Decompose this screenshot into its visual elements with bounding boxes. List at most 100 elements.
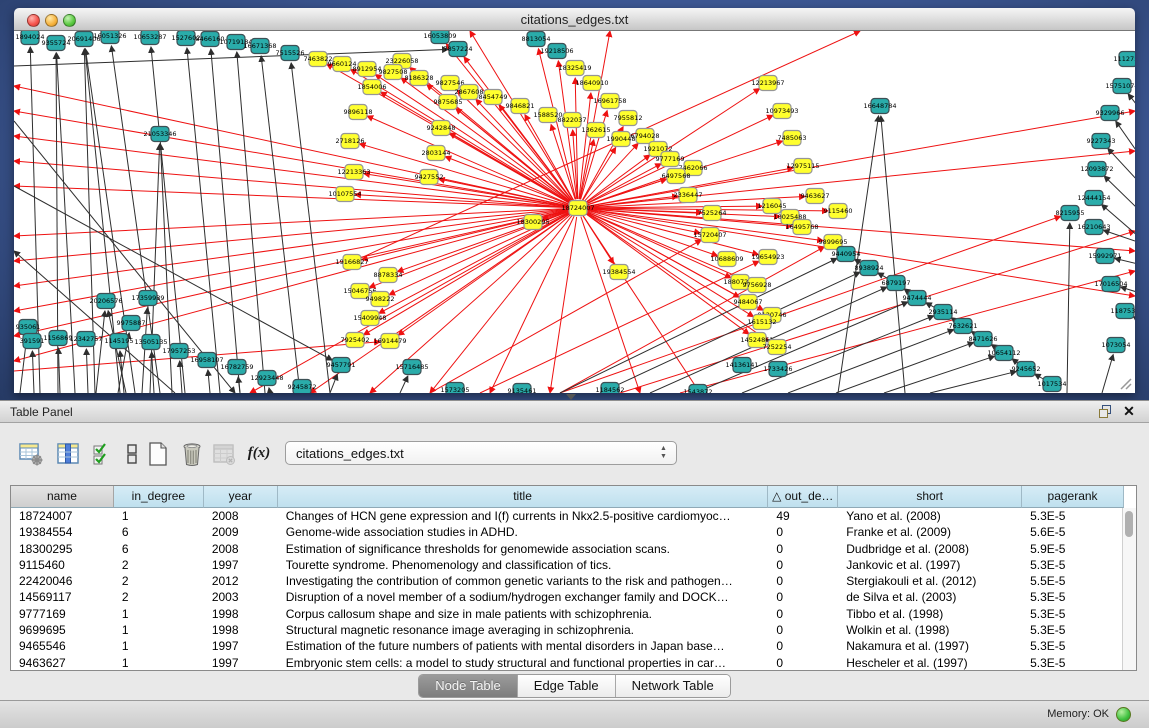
table-row[interactable]: 977716911998Corpus callosum shape and si…	[11, 606, 1124, 622]
graph-node[interactable]: 9846821	[506, 99, 535, 114]
table-cell[interactable]: Jankovic et al. (1997)	[838, 557, 1022, 573]
graph-node[interactable]: 19384554	[602, 265, 635, 280]
table-cell[interactable]: 5.3E-5	[1022, 508, 1124, 524]
graph-edge[interactable]	[400, 376, 408, 393]
table-cell[interactable]: Embryonic stem cells: a model to study s…	[278, 655, 769, 671]
graph-edge[interactable]	[430, 215, 572, 393]
graph-node[interactable]: 2803144	[422, 146, 451, 161]
table-row[interactable]: 1872400712008Changes of HCN gene express…	[11, 508, 1124, 524]
graph-node[interactable]: 12923448	[250, 371, 283, 386]
graph-node[interactable]: 9975887	[117, 316, 146, 331]
table-cell[interactable]: 1	[114, 655, 204, 671]
table-cell[interactable]: 6	[114, 524, 204, 540]
graph-node[interactable]: 18325419	[558, 61, 591, 76]
table-options-button[interactable]	[16, 439, 46, 469]
graph-node[interactable]: 18640910	[575, 76, 608, 91]
table-cell[interactable]: Tibbo et al. (1998)	[838, 606, 1022, 622]
graph-node[interactable]: 21053346	[143, 127, 176, 142]
table-cell[interactable]: 5.3E-5	[1022, 638, 1124, 654]
graph-node[interactable]: 16210643	[1077, 220, 1110, 235]
graph-edge[interactable]	[881, 116, 905, 393]
table-cell[interactable]: Yano et al. (2008)	[838, 508, 1022, 524]
column-header-short[interactable]: short	[838, 486, 1022, 508]
graph-edge[interactable]	[269, 388, 270, 393]
table-cell[interactable]: 9115460	[11, 557, 114, 573]
graph-node[interactable]: 9245652	[1012, 362, 1041, 377]
table-cell[interactable]: 0	[768, 606, 838, 622]
graph-edge[interactable]	[1128, 94, 1135, 109]
graph-node[interactable]: 1894024	[16, 31, 45, 45]
network-view-window[interactable]: citations_edges.txt 18940249355724206914…	[14, 8, 1135, 393]
graph-node[interactable]: 10654112	[987, 346, 1020, 361]
table-cell[interactable]: 5.6E-5	[1022, 524, 1124, 540]
table-cell[interactable]: 2003	[204, 589, 278, 605]
graph-edge[interactable]	[120, 351, 124, 393]
graph-node[interactable]: 8215955	[1056, 206, 1085, 221]
table-cell[interactable]: Changes of HCN gene expression and I(f) …	[278, 508, 769, 524]
graph-edge[interactable]	[32, 351, 34, 393]
graph-node[interactable]: 15716485	[395, 360, 428, 375]
table-row[interactable]: 911546021997Tourette syndrome. Phenomeno…	[11, 557, 1124, 573]
table-cell[interactable]: 0	[768, 589, 838, 605]
table-row[interactable]: 1456911722003Disruption of a novel membe…	[11, 589, 1124, 605]
table-cell[interactable]: 5.3E-5	[1022, 622, 1124, 638]
table-cell[interactable]: 6	[114, 541, 204, 557]
table-row[interactable]: 969969511998Structural magnetic resonanc…	[11, 622, 1124, 638]
table-cell[interactable]: 1997	[204, 655, 278, 671]
table-cell[interactable]: 9777169	[11, 606, 114, 622]
table-row[interactable]: 946554611997Estimation of the future num…	[11, 638, 1124, 654]
table-cell[interactable]: 2008	[204, 508, 278, 524]
table-cell[interactable]: 22420046	[11, 573, 114, 589]
table-cell[interactable]: Nakamura et al. (1997)	[838, 638, 1022, 654]
graph-edge[interactable]	[583, 216, 700, 393]
function-builder-button[interactable]: f(x)	[244, 439, 274, 469]
graph-edge[interactable]	[14, 111, 569, 206]
graph-edge[interactable]	[430, 240, 701, 393]
graph-edge[interactable]	[291, 63, 330, 393]
graph-node[interactable]: 16648784	[863, 99, 896, 114]
graph-node[interactable]: 8878334	[374, 268, 403, 283]
graph-edge[interactable]	[695, 302, 908, 393]
table-row[interactable]: 1830029562008Estimation of significance …	[11, 541, 1124, 557]
graph-edge[interactable]	[587, 209, 1135, 251]
table-cell[interactable]: 2009	[204, 524, 278, 540]
graph-edge[interactable]	[86, 349, 88, 393]
panel-splitter-handle[interactable]	[566, 394, 576, 400]
table-cell[interactable]: 9699695	[11, 622, 114, 638]
table-cell[interactable]: 2	[114, 557, 204, 573]
graph-node[interactable]: 15720407	[693, 228, 726, 243]
table-cell[interactable]: Genome-wide association studies in ADHD.	[278, 524, 769, 540]
column-header-name[interactable]: name	[11, 486, 114, 508]
table-cell[interactable]: Estimation of the future numbers of pati…	[278, 638, 769, 654]
graph-node[interactable]: 7857224	[444, 42, 473, 57]
table-cell[interactable]: 1998	[204, 622, 278, 638]
column-header-in_degree[interactable]: in_degree	[114, 486, 204, 508]
graph-edge[interactable]	[930, 371, 1016, 393]
table-cell[interactable]: 0	[768, 524, 838, 540]
network-window-titlebar[interactable]: citations_edges.txt	[14, 8, 1135, 31]
graph-node[interactable]: 15409948	[353, 311, 386, 326]
graph-node[interactable]: 7925402	[341, 333, 370, 348]
graph-node[interactable]: 9245872	[288, 380, 317, 394]
table-row[interactable]: 1938455462009Genome-wide association stu…	[11, 524, 1124, 540]
graph-node[interactable]: 8912954	[353, 62, 382, 77]
delete-table-button[interactable]	[209, 439, 239, 469]
show-columns-button[interactable]	[53, 439, 83, 469]
tab-network-table[interactable]: Network Table	[616, 675, 730, 697]
table-cell[interactable]: 1	[114, 622, 204, 638]
graph-node[interactable]: 12444154	[1077, 191, 1110, 206]
table-cell[interactable]: Disruption of a novel member of a sodium…	[278, 589, 769, 605]
graph-node[interactable]: 2718126	[336, 134, 365, 149]
graph-edge[interactable]	[14, 49, 448, 66]
table-row[interactable]: 2242004622012Investigating the contribut…	[11, 573, 1124, 589]
table-cell[interactable]: Wolkin et al. (1998)	[838, 622, 1022, 638]
graph-edge[interactable]	[180, 361, 182, 393]
graph-node[interactable]: 12213363	[337, 165, 370, 180]
table-cell[interactable]: 2	[114, 573, 204, 589]
graph-node[interactable]: 9463627	[801, 189, 830, 204]
table-cell[interactable]: 9465546	[11, 638, 114, 654]
graph-node[interactable]: 17016504	[1094, 277, 1127, 292]
graph-node[interactable]: 9135461	[508, 384, 537, 394]
graph-node[interactable]: 1156869	[44, 331, 73, 346]
graph-node[interactable]: 9355724	[42, 36, 71, 51]
